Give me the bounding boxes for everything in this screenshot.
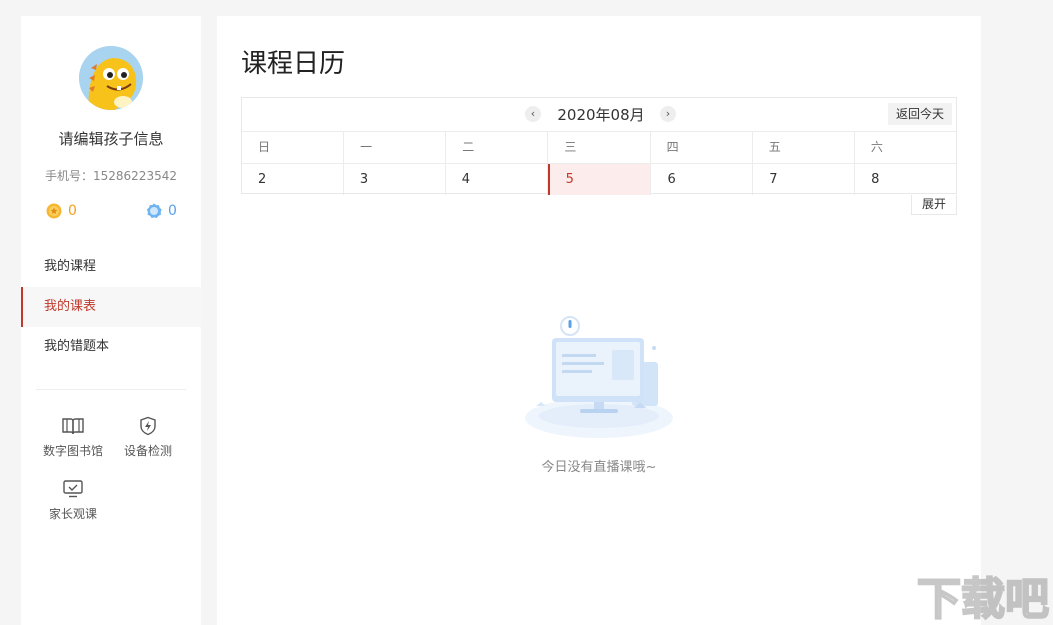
- weekday-mon: 一: [344, 132, 447, 163]
- book-icon: [62, 418, 84, 435]
- watermark-logo: 下载吧: [915, 568, 1051, 625]
- weekday-sat: 六: [870, 140, 883, 154]
- chevron-left-icon: ‹: [530, 107, 536, 120]
- empty-state-illustration: [522, 314, 676, 444]
- expand-calendar-button[interactable]: 展开: [910, 195, 957, 215]
- main-panel: 课程日历 ‹ 2020年08月 › 返回今天 日 一 二 三 四 五 六 2 3…: [217, 16, 981, 625]
- gold-count: 0: [68, 203, 77, 219]
- day-cell[interactable]: 8: [855, 164, 956, 195]
- device-check-button[interactable]: 设备检测: [111, 416, 185, 459]
- day-cell[interactable]: 6: [651, 164, 754, 195]
- weekday-row: 日 一 二 三 四 五 六: [242, 132, 956, 164]
- parent-watch-label: 家长观课: [48, 507, 97, 521]
- digital-library-label: 数字图书馆: [42, 444, 103, 458]
- sidebar-item-my-courses[interactable]: 我的课程: [21, 247, 201, 287]
- parent-watch-button[interactable]: 家长观课: [36, 479, 110, 522]
- sidebar: 请编辑孩子信息 手机号：15286223542 0 0 我的课程 我的课表 我的…: [21, 16, 201, 625]
- day-cell[interactable]: 2: [242, 164, 344, 195]
- blue-count: 0: [168, 203, 177, 219]
- phone-number: 手机号：15286223542: [45, 169, 177, 183]
- monitor-check-icon: [63, 480, 83, 498]
- page-title: 课程日历: [241, 49, 346, 79]
- sidebar-divider: [36, 389, 186, 390]
- day-cell[interactable]: 7: [753, 164, 856, 195]
- course-calendar: ‹ 2020年08月 › 返回今天 日 一 二 三 四 五 六 2 3 4 5 …: [241, 97, 957, 195]
- device-check-label: 设备检测: [123, 444, 172, 458]
- avatar[interactable]: [79, 46, 143, 110]
- sidebar-menu: 我的课程 我的课表 我的错题本: [21, 247, 201, 367]
- day-cell-selected[interactable]: 5: [547, 164, 652, 195]
- watermark-text: 下载吧: [917, 574, 1049, 624]
- shield-bolt-icon: [140, 416, 156, 436]
- computer-illustration-icon: [525, 316, 673, 438]
- day-cell[interactable]: 3: [344, 164, 446, 195]
- sidebar-item-my-schedule[interactable]: 我的课表: [21, 287, 201, 327]
- blue-badge-icon: [146, 203, 162, 218]
- dinosaur-avatar-icon: [79, 46, 143, 110]
- site-watermark-icon: 下载吧: [916, 573, 1050, 625]
- page: 请编辑孩子信息 手机号：15286223542 0 0 我的课程 我的课表 我的…: [0, 0, 1053, 625]
- next-month-button[interactable]: ›: [660, 106, 676, 122]
- day-cell[interactable]: 4: [446, 164, 548, 195]
- back-to-today-button[interactable]: 返回今天: [887, 103, 952, 125]
- prev-month-button[interactable]: ‹: [525, 106, 541, 122]
- weekday-sun: 日: [242, 132, 345, 163]
- sidebar-item-mistake-book[interactable]: 我的错题本: [21, 327, 201, 367]
- weekday-thu: 四: [651, 132, 753, 163]
- digital-library-button[interactable]: 数字图书馆: [36, 416, 110, 459]
- chevron-right-icon: ›: [665, 107, 671, 120]
- weekday-tue: 二: [446, 132, 549, 163]
- weekday-fri: 五: [753, 132, 855, 163]
- blue-badge-stat: 0: [146, 203, 177, 219]
- empty-state-message: 今日没有直播课哦~: [541, 460, 657, 475]
- gold-medal-icon: [46, 203, 62, 219]
- child-name-link[interactable]: 请编辑孩子信息: [21, 128, 201, 149]
- gold-coin-stat: 0: [46, 203, 77, 219]
- day-row: 2 3 4 5 6 7 8: [242, 164, 956, 195]
- weekday-wed: 三: [548, 132, 651, 163]
- calendar-header: ‹ 2020年08月 › 返回今天: [242, 98, 956, 132]
- month-label: 2020年08月: [557, 106, 645, 124]
